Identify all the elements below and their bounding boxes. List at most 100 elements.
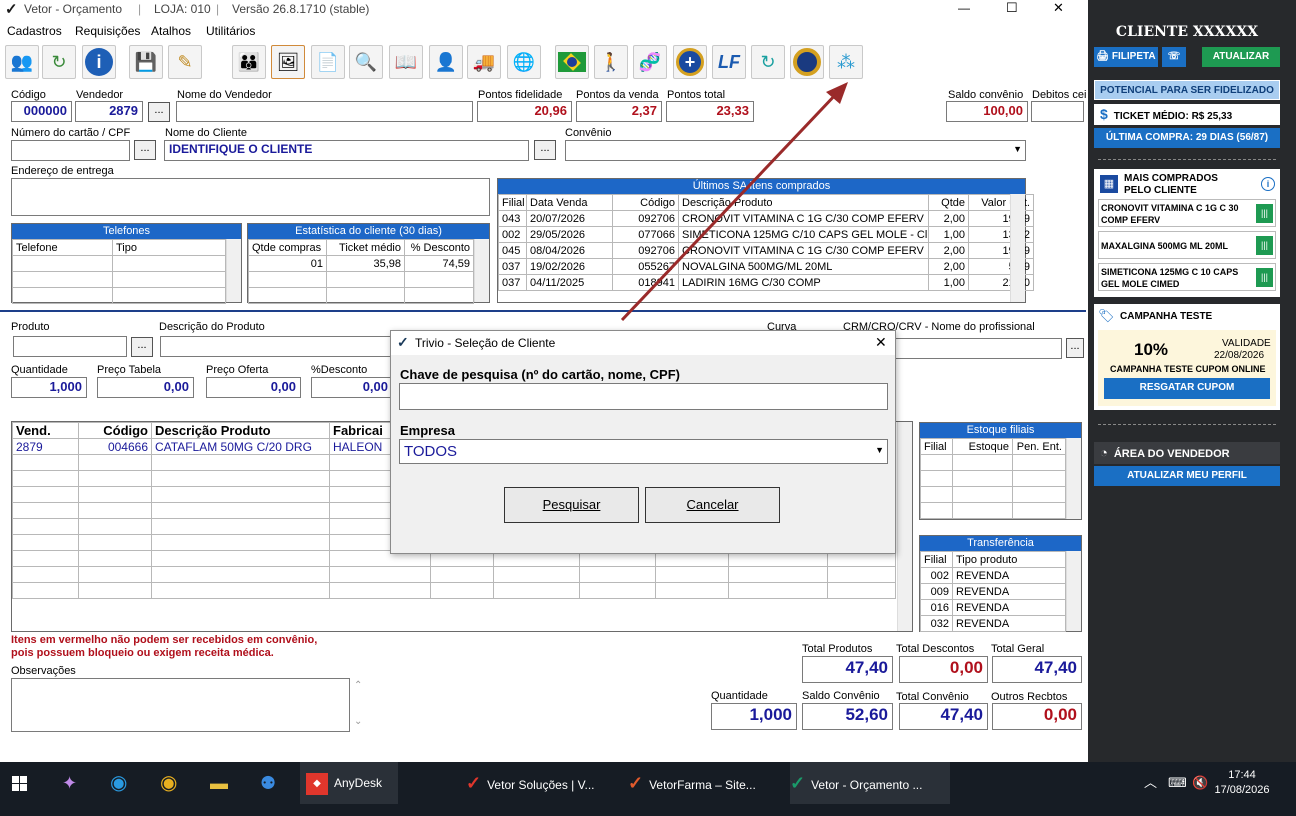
estatistica-scrollbar[interactable] [474,239,489,302]
col-codigo[interactable]: Código [612,194,679,211]
search-icon[interactable]: 🔍 [349,45,383,79]
minimize-button[interactable]: — [958,1,970,15]
nome-cliente-field[interactable]: IDENTIFIQUE O CLIENTE [164,140,529,161]
dna-icon[interactable]: 🧬 [633,45,667,79]
col-pen-ent[interactable]: Pen. Ent. [1012,438,1066,455]
table-row[interactable]: 009 REVENDA [920,583,1066,600]
family-icon[interactable]: 👪 [232,45,266,79]
resgatar-cupom-button[interactable]: RESGATAR CUPOM [1104,378,1270,399]
barcode-icon[interactable]: ||| [1256,268,1273,287]
col-vend[interactable]: Vend. [12,422,79,439]
chrome-icon[interactable]: ◉ [160,762,177,804]
col-telefone[interactable]: Telefone [12,239,113,256]
col-data-venda[interactable]: Data Venda [526,194,613,211]
cancelar-button[interactable]: Cancelar [645,487,780,523]
info-circle-icon[interactable]: i [1261,177,1275,191]
col-filial-estoque[interactable]: Filial [920,438,953,455]
medical-cross-icon[interactable]: + [673,45,707,79]
volume-icon[interactable]: 🔇 [1192,762,1208,804]
telefones-scrollbar[interactable] [226,239,241,302]
maximize-button[interactable]: ☐ [1006,0,1018,16]
globe-icon[interactable]: 🌐 [507,45,541,79]
col-ticket-medio[interactable]: Ticket médio [326,239,405,256]
nome-vendedor-field[interactable] [176,101,473,122]
produto-lookup-button[interactable]: ... [131,337,153,357]
vendedor-lookup-button[interactable]: ... [148,102,170,122]
quantidade-field[interactable]: 1,000 [11,377,87,398]
col-percent-desconto[interactable]: % Desconto [404,239,474,256]
scroll-down-icon[interactable]: ⌄ [354,716,362,727]
col-tipo-produto[interactable]: Tipo produto [952,551,1066,568]
user-icon[interactable]: 👤 [429,45,463,79]
network-icon[interactable]: ⌨ [1168,762,1187,804]
trivio-icon[interactable]: ⁂ [829,45,863,79]
chevron-up-icon[interactable]: ︿ [1144,762,1157,804]
col-codigo-item[interactable]: Código [78,422,152,439]
clock[interactable]: 17:44 17/08/2026 [1212,768,1272,798]
cartao-lookup-button[interactable]: ... [134,140,156,160]
whatsapp-button[interactable]: ☏ [1162,47,1186,67]
table-row[interactable]: 037 04/11/2025 018941 LADIRIN 16MG C/30 COM… [498,274,1034,291]
col-descricao-item[interactable]: Descrição Produto [151,422,330,439]
clientes-icon[interactable]: 👥 [5,45,39,79]
endereco-field[interactable] [11,178,490,216]
produto-card[interactable]: CRONOVIT VITAMINA C 1G C 30 COMP EFERV |… [1098,199,1276,227]
circle-logo-icon[interactable] [790,45,824,79]
person-blue-icon[interactable]: 🚶 [594,45,628,79]
truck-icon[interactable]: 🚚 [467,45,501,79]
table-row[interactable]: 037 19/02/2026 055267 NOVALGINA 500MG/ML 20… [498,258,1034,275]
filipeta-button[interactable]: 🖨 FILIPETA [1094,47,1158,67]
cliente-lookup-button[interactable]: ... [534,140,556,160]
edit-icon[interactable]: ✎ [168,45,202,79]
descricao-produto-field[interactable] [160,336,392,357]
brazil-flag-icon[interactable] [555,45,589,79]
sync-icon[interactable]: ↻ [42,45,76,79]
menu-atalhos[interactable]: Atalhos [151,24,191,38]
observacoes-field[interactable] [11,678,350,732]
pesquisar-button[interactable]: Pesquisar [504,487,639,523]
book-icon[interactable]: 📖 [389,45,423,79]
info-icon[interactable]: i [82,45,116,79]
close-window-button[interactable]: ✕ [1053,0,1064,16]
taskbar-anydesk[interactable]: ◆ AnyDesk [300,762,398,804]
estoque-scrollbar[interactable] [1066,438,1081,519]
lf-logo-icon[interactable]: LF [712,45,746,79]
file-explorer-icon[interactable]: ▬ [210,762,228,804]
atualizar-perfil-button[interactable]: ATUALIZAR MEU PERFIL [1094,466,1280,486]
barcode-icon[interactable]: ||| [1256,236,1273,255]
chave-pesquisa-input[interactable] [399,383,888,410]
desconto-field[interactable]: 0,00 [311,377,393,398]
produto-card[interactable]: MAXALGINA 500MG ML 20ML ||| [1098,231,1276,259]
transferencia-scrollbar[interactable] [1066,551,1081,631]
col-filial[interactable]: Filial [498,194,527,211]
produto-field[interactable] [13,336,127,357]
itens-scrollbar[interactable] [897,422,912,631]
dialog-close-button[interactable]: ✕ [875,334,887,351]
convenio-select[interactable]: ▼ [565,140,1026,161]
save-icon[interactable]: 💾 [129,45,163,79]
menu-utilitarios[interactable]: Utilitários [206,24,255,38]
taskbar-vetor-orcamento[interactable]: ✓ Vetor - Orçamento ... [790,762,950,804]
atualizar-button[interactable]: ATUALIZAR [1202,47,1280,67]
table-row[interactable]: 045 08/04/2026 092706 CRONOVIT VITAMINA C 1… [498,242,1034,259]
vendedor-field[interactable]: 2879 [75,101,143,122]
col-descricao[interactable]: Descrição Produto [678,194,929,211]
table-row[interactable]: 043 20/07/2026 092706 CRONOVIT VITAMINA C 1… [498,210,1034,227]
col-qtde[interactable]: Qtde [928,194,969,211]
menu-cadastros[interactable]: Cadastros [7,24,62,38]
scroll-up-icon[interactable]: ⌃ [354,680,362,691]
taskbar-vetor-solucoes[interactable]: ✓ Vetor Soluções | V... [466,762,616,804]
col-qtde-compras[interactable]: Qtde compras [248,239,327,256]
refresh-logo-icon[interactable]: ↻ [751,45,785,79]
copilot-icon[interactable]: ✦ [62,762,77,804]
col-tipo[interactable]: Tipo [112,239,226,256]
document-icon[interactable]: 📄 [311,45,345,79]
table-row[interactable]: 002 REVENDA [920,567,1066,584]
ultimos-scrollbar[interactable] [1010,194,1025,302]
photo-group-icon[interactable]: 🖼 [271,45,305,79]
empresa-select[interactable]: TODOS ▼ [399,439,888,464]
windows-start-icon[interactable] [12,762,32,804]
col-estoque[interactable]: Estoque [952,438,1013,455]
crm-lookup-button[interactable]: ... [1066,338,1084,358]
numero-cartao-field[interactable] [11,140,130,161]
